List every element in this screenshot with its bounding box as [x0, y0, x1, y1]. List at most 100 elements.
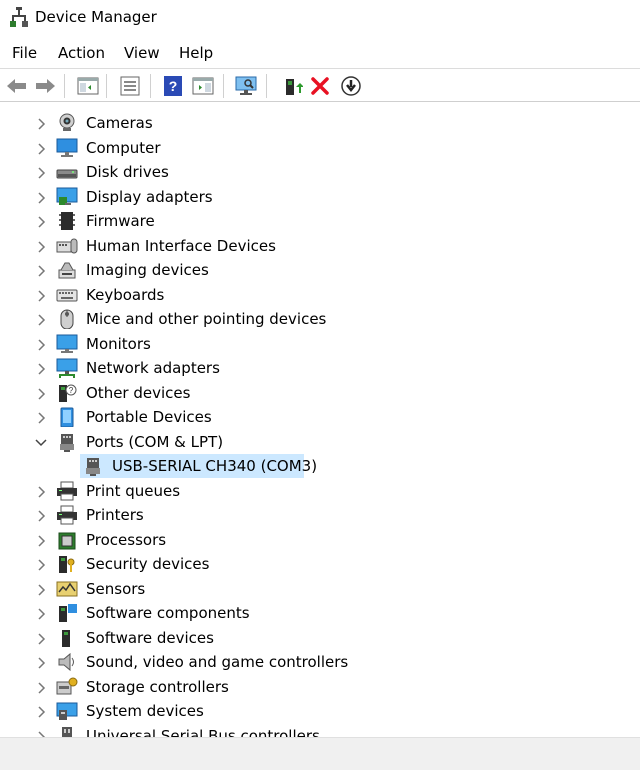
chevron-right-icon[interactable]	[34, 240, 48, 254]
tree-item-label: Software devices	[86, 628, 214, 647]
svg-text:?: ?	[69, 386, 74, 395]
chevron-right-icon[interactable]	[34, 534, 48, 548]
tree-item-label: Universal Serial Bus controllers	[86, 726, 320, 738]
firmware-icon	[59, 212, 75, 230]
chevron-right-icon[interactable]	[34, 264, 48, 278]
chevron-right-icon[interactable]	[34, 289, 48, 303]
monitor-icon	[56, 334, 78, 353]
tree-item-processors[interactable]: Processors	[0, 528, 640, 552]
tree-item-human-interface-devices[interactable]: Human Interface Devices	[0, 234, 640, 258]
chevron-right-icon[interactable]	[34, 191, 48, 205]
display-adapter-icon	[56, 187, 78, 205]
chevron-right-icon[interactable]	[34, 681, 48, 695]
system-device-icon	[56, 702, 78, 720]
tree-item-display-adapters[interactable]: Display adapters	[0, 185, 640, 209]
chevron-right-icon[interactable]	[34, 338, 48, 352]
tree-item-label: Computer	[86, 138, 161, 157]
tree-item-monitors[interactable]: Monitors	[0, 332, 640, 356]
menu-file[interactable]: File	[12, 44, 37, 62]
imaging-device-icon	[58, 262, 76, 279]
properties-button[interactable]	[117, 73, 143, 99]
chevron-down-icon[interactable]	[34, 436, 48, 450]
tree-item-security-devices[interactable]: Security devices	[0, 552, 640, 576]
scan-hardware-changes-button[interactable]	[233, 73, 259, 99]
tree-item-mice-and-other-pointing-devices[interactable]: Mice and other pointing devices	[0, 307, 640, 331]
tree-item-sensors[interactable]: Sensors	[0, 577, 640, 601]
printer-icon	[57, 505, 77, 525]
tree-item-printers[interactable]: Printers	[0, 503, 640, 527]
tree-item-other-devices[interactable]: ? Other devices	[0, 381, 640, 405]
tree-item-software-components[interactable]: Software components	[0, 601, 640, 625]
tree-item-system-devices[interactable]: System devices	[0, 699, 640, 723]
chevron-right-icon[interactable]	[34, 362, 48, 376]
chevron-right-icon[interactable]	[34, 313, 48, 327]
tree-item-label: Sensors	[86, 579, 146, 598]
chevron-right-icon[interactable]	[34, 509, 48, 523]
tree-item-label: Ports (COM & LPT)	[86, 432, 224, 451]
show-action-pane-icon	[192, 77, 214, 95]
tree-item-network-adapters[interactable]: Network adapters	[0, 356, 640, 380]
tree-item-label: Human Interface Devices	[86, 236, 276, 255]
tree-item-storage-controllers[interactable]: Storage controllers	[0, 675, 640, 699]
chevron-right-icon[interactable]	[34, 142, 48, 156]
tree-item-label: Security devices	[86, 555, 210, 573]
menu-view[interactable]: View	[124, 44, 160, 62]
menu-action[interactable]: Action	[58, 44, 105, 62]
chevron-right-icon[interactable]	[34, 558, 48, 572]
chevron-right-icon[interactable]	[34, 485, 48, 499]
tree-item-print-queues[interactable]: Print queues	[0, 479, 640, 503]
disable-device-button[interactable]	[338, 73, 364, 99]
tree-item-label: Cameras	[86, 114, 153, 132]
show-action-pane-button[interactable]	[190, 73, 216, 99]
chevron-right-icon[interactable]	[34, 607, 48, 621]
camera-icon	[59, 113, 75, 131]
chevron-right-icon[interactable]	[34, 117, 48, 131]
chevron-right-icon[interactable]	[34, 387, 48, 401]
tree-item-sound-video-and-game-controllers[interactable]: Sound, video and game controllers	[0, 650, 640, 674]
software-component-icon	[59, 604, 77, 622]
forward-button[interactable]	[32, 73, 58, 99]
tree-item-label: USB-SERIAL CH340 (COM3)	[112, 457, 318, 475]
chevron-right-icon[interactable]	[34, 583, 48, 597]
tree-item-imaging-devices[interactable]: Imaging devices	[0, 258, 640, 282]
tree-item-disk-drives[interactable]: Disk drives	[0, 160, 640, 184]
chevron-right-icon[interactable]	[34, 411, 48, 425]
tree-child-usb-serial-ch340-com3[interactable]: USB-SERIAL CH340 (COM3)	[0, 454, 640, 478]
portable-device-icon	[60, 407, 74, 427]
chevron-right-icon[interactable]	[34, 730, 48, 738]
show-hide-console-tree-button[interactable]	[75, 73, 101, 99]
tree-item-firmware[interactable]: Firmware	[0, 209, 640, 233]
chevron-right-icon[interactable]	[34, 632, 48, 646]
help-button[interactable]: ?	[160, 73, 186, 99]
tree-item-software-devices[interactable]: Software devices	[0, 626, 640, 650]
tree-item-computer[interactable]: Computer	[0, 136, 640, 160]
tree-item-label: Sound, video and game controllers	[86, 653, 349, 671]
security-device-icon	[59, 556, 75, 573]
tree-item-label: Software components	[86, 604, 250, 622]
tree-item-keyboards[interactable]: Keyboards	[0, 283, 640, 307]
status-bar	[0, 737, 640, 770]
tree-item-ports-com-lpt[interactable]: Ports (COM & LPT)	[0, 430, 640, 454]
chevron-right-icon[interactable]	[34, 166, 48, 180]
tree-item-label: Processors	[86, 530, 167, 549]
back-button[interactable]	[4, 73, 30, 99]
device-tree[interactable]: Cameras Computer Disk drives Display adapte…	[0, 103, 640, 737]
toolbar: ?	[0, 68, 640, 102]
tree-item-portable-devices[interactable]: Portable Devices	[0, 405, 640, 429]
menu-help[interactable]: Help	[179, 44, 213, 62]
usb-icon	[62, 726, 72, 737]
processor-icon	[58, 532, 76, 549]
uninstall-device-button[interactable]	[307, 73, 333, 99]
tree-item-label: Firmware	[86, 212, 155, 230]
sensor-icon	[56, 581, 78, 596]
chevron-right-icon[interactable]	[34, 705, 48, 719]
chevron-right-icon[interactable]	[34, 656, 48, 670]
tree-item-label: Other devices	[86, 383, 191, 402]
menu-bar: File Action View Help	[0, 40, 640, 68]
tree-item-label: System devices	[86, 702, 204, 720]
tree-item-label: Imaging devices	[86, 261, 209, 279]
tree-item-universal-serial-bus-controllers[interactable]: Universal Serial Bus controllers	[0, 724, 640, 738]
tree-item-cameras[interactable]: Cameras	[0, 111, 640, 135]
update-driver-button[interactable]	[279, 73, 305, 99]
chevron-right-icon[interactable]	[34, 215, 48, 229]
